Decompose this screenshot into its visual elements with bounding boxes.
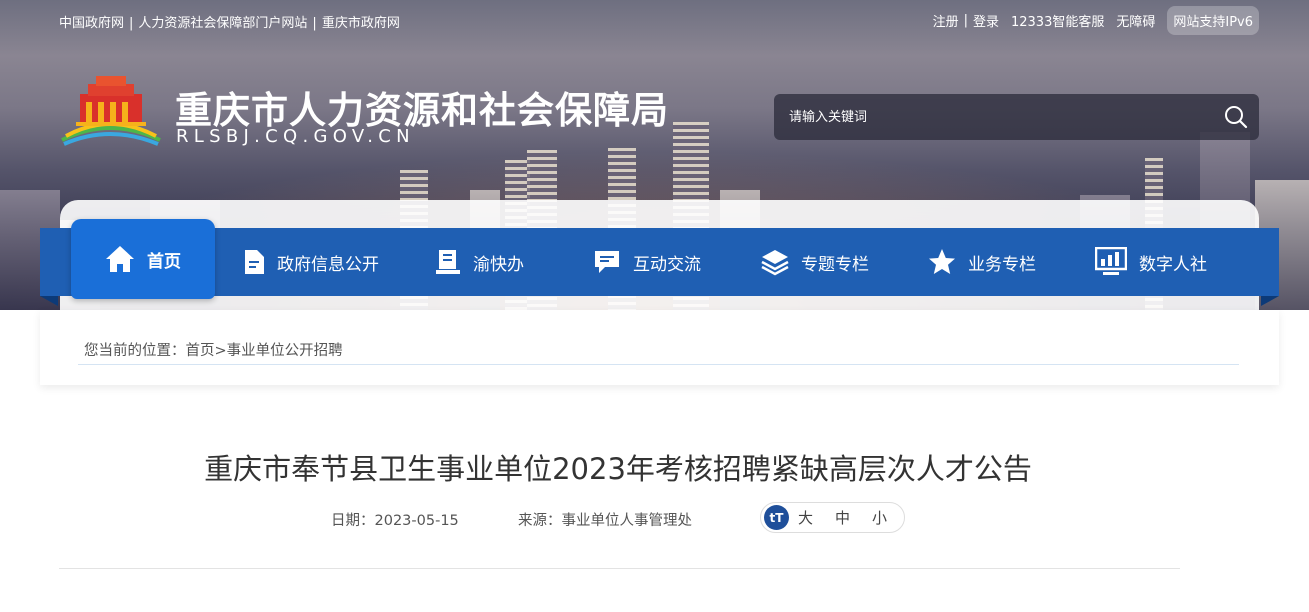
search-input[interactable] <box>774 108 1213 126</box>
nav-item-label: 首页 <box>147 251 181 272</box>
date-value: 2023-05-15 <box>374 513 459 529</box>
top-right-links: 注册 | 登录 12333智能客服 无障碍 网站支持IPv6 <box>933 6 1259 35</box>
search-button[interactable] <box>1213 94 1259 140</box>
document-icon <box>245 250 264 274</box>
breadcrumb-prefix: 您当前的位置： <box>84 343 186 359</box>
font-size-medium-button[interactable]: 中 <box>835 507 850 528</box>
register-link[interactable]: 注册 <box>933 11 959 30</box>
nav-item-topics[interactable]: 专题专栏 <box>761 228 869 296</box>
nav-item-business[interactable]: 业务专栏 <box>928 228 1036 296</box>
ipv6-badge: 网站支持IPv6 <box>1167 6 1259 35</box>
nav-item-label: 互动交流 <box>633 254 701 275</box>
nav-item-digital[interactable]: 数字人社 <box>1095 228 1207 296</box>
nav-item-gov-info[interactable]: 政府信息公开 <box>243 228 379 296</box>
date-label: 日期： <box>331 513 375 529</box>
search-bar <box>774 94 1259 140</box>
breadcrumb-divider <box>78 364 1239 365</box>
site-domain: RLSBJ.CQ.GOV.CN <box>176 126 415 147</box>
article-date: 日期：2023-05-15 <box>331 509 459 530</box>
site-logo-emblem[interactable] <box>58 72 162 152</box>
breadcrumb: 您当前的位置：首页>事业单位公开招聘 <box>84 339 343 360</box>
monitor-chart-icon <box>1095 247 1127 275</box>
smart-service-link[interactable]: 12333智能客服 <box>1011 11 1104 30</box>
nav-item-label: 业务专栏 <box>968 254 1036 275</box>
nav-item-label: 数字人社 <box>1139 254 1207 275</box>
font-size-small-button[interactable]: 小 <box>872 507 887 528</box>
article-source: 来源：事业单位人事管理处 <box>518 509 692 530</box>
chat-icon <box>595 251 619 273</box>
breadcrumb-home-link[interactable]: 首页 <box>186 343 215 359</box>
font-size-large-button[interactable]: 大 <box>798 507 813 528</box>
nav-item-label: 专题专栏 <box>801 254 869 275</box>
breadcrumb-current-link[interactable]: 事业单位公开招聘 <box>227 343 343 359</box>
accessibility-link[interactable]: 无障碍 <box>1116 11 1155 30</box>
home-icon <box>106 246 134 272</box>
top-link-gov[interactable]: 中国政府网 <box>59 16 124 31</box>
layers-icon <box>761 250 789 276</box>
nav-item-home[interactable]: 首页 <box>71 219 215 299</box>
nav-item-interaction[interactable]: 互动交流 <box>593 228 701 296</box>
article-title: 重庆市奉节县卫生事业单位2023年考核招聘紧缺高层次人才公告 <box>204 452 1032 486</box>
nav-item-yukuaiban[interactable]: 渝快办 <box>435 228 524 296</box>
source-label: 来源： <box>518 513 562 529</box>
article-header-divider <box>59 568 1180 569</box>
font-size-icon: tT <box>764 505 789 530</box>
login-link[interactable]: 登录 <box>973 11 999 30</box>
book-icon <box>436 250 460 274</box>
search-icon <box>1225 106 1248 129</box>
breadcrumb-separator: > <box>214 343 227 359</box>
source-value: 事业单位人事管理处 <box>561 513 693 529</box>
nav-item-label: 政府信息公开 <box>277 254 379 275</box>
top-links: 中国政府网 | 人力资源社会保障部门户网站 | 重庆市政府网 <box>59 16 400 31</box>
font-size-switcher: tT 大 中 小 <box>760 502 905 533</box>
top-link-cq-gov[interactable]: 重庆市政府网 <box>322 16 400 31</box>
star-icon <box>929 249 955 274</box>
nav-item-label: 渝快办 <box>473 254 524 275</box>
top-link-mohrss[interactable]: 人力资源社会保障部门户网站 <box>138 16 307 31</box>
